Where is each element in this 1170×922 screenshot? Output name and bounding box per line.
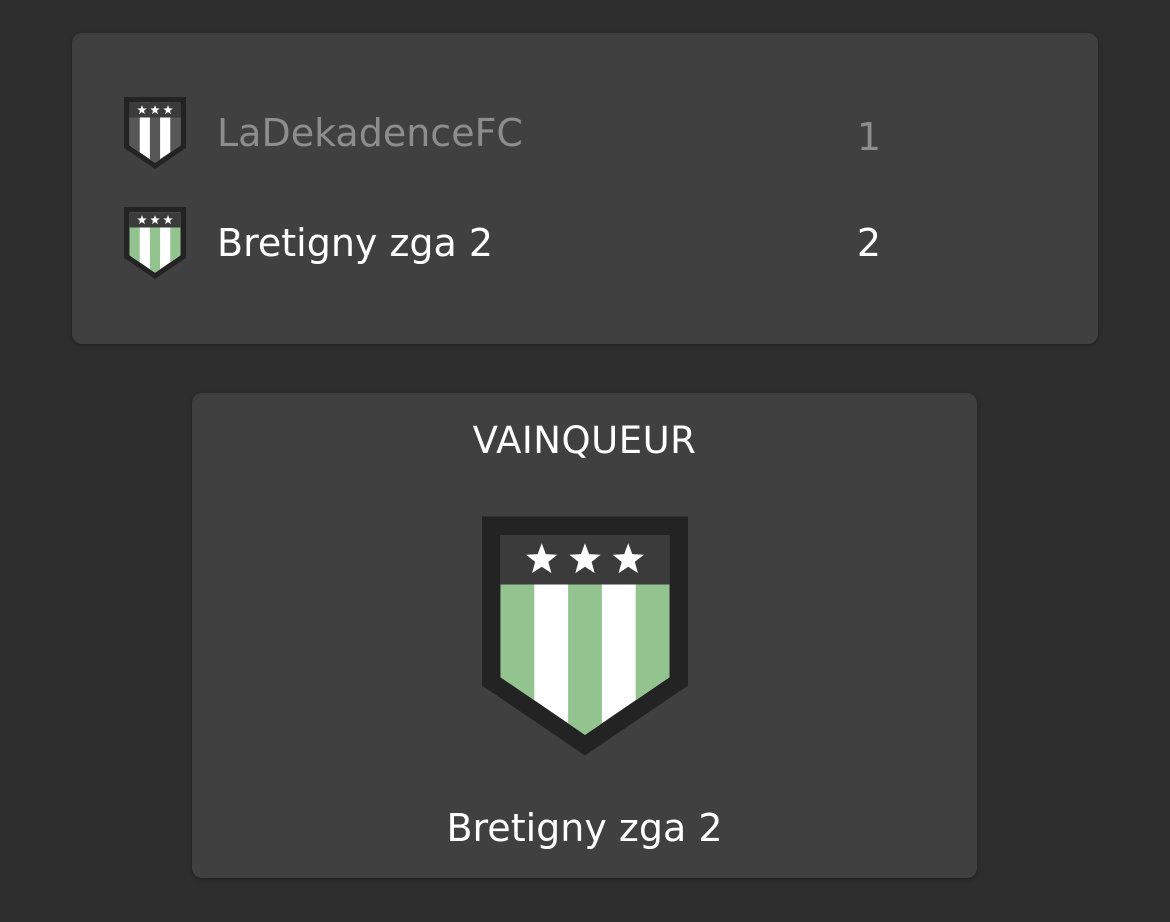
team-score: 1: [856, 115, 882, 159]
match-score-card: LaDekadenceFC 1 Bretigny zga 2 2: [72, 33, 1098, 344]
team-name: LaDekadenceFC: [217, 111, 523, 155]
team-row-home[interactable]: LaDekadenceFC 1: [72, 93, 1098, 173]
team-crest-icon: [124, 207, 186, 279]
team-name: Bretigny zga 2: [217, 221, 494, 265]
winner-card: VAINQUEUR Bretigny zga 2: [192, 393, 977, 878]
winner-team-name[interactable]: Bretigny zga 2: [192, 805, 977, 851]
winner-crest-icon: [482, 516, 688, 756]
team-crest-icon: [124, 97, 186, 169]
team-row-away[interactable]: Bretigny zga 2 2: [72, 203, 1098, 283]
team-score: 2: [856, 221, 882, 265]
winner-title: VAINQUEUR: [472, 419, 697, 462]
